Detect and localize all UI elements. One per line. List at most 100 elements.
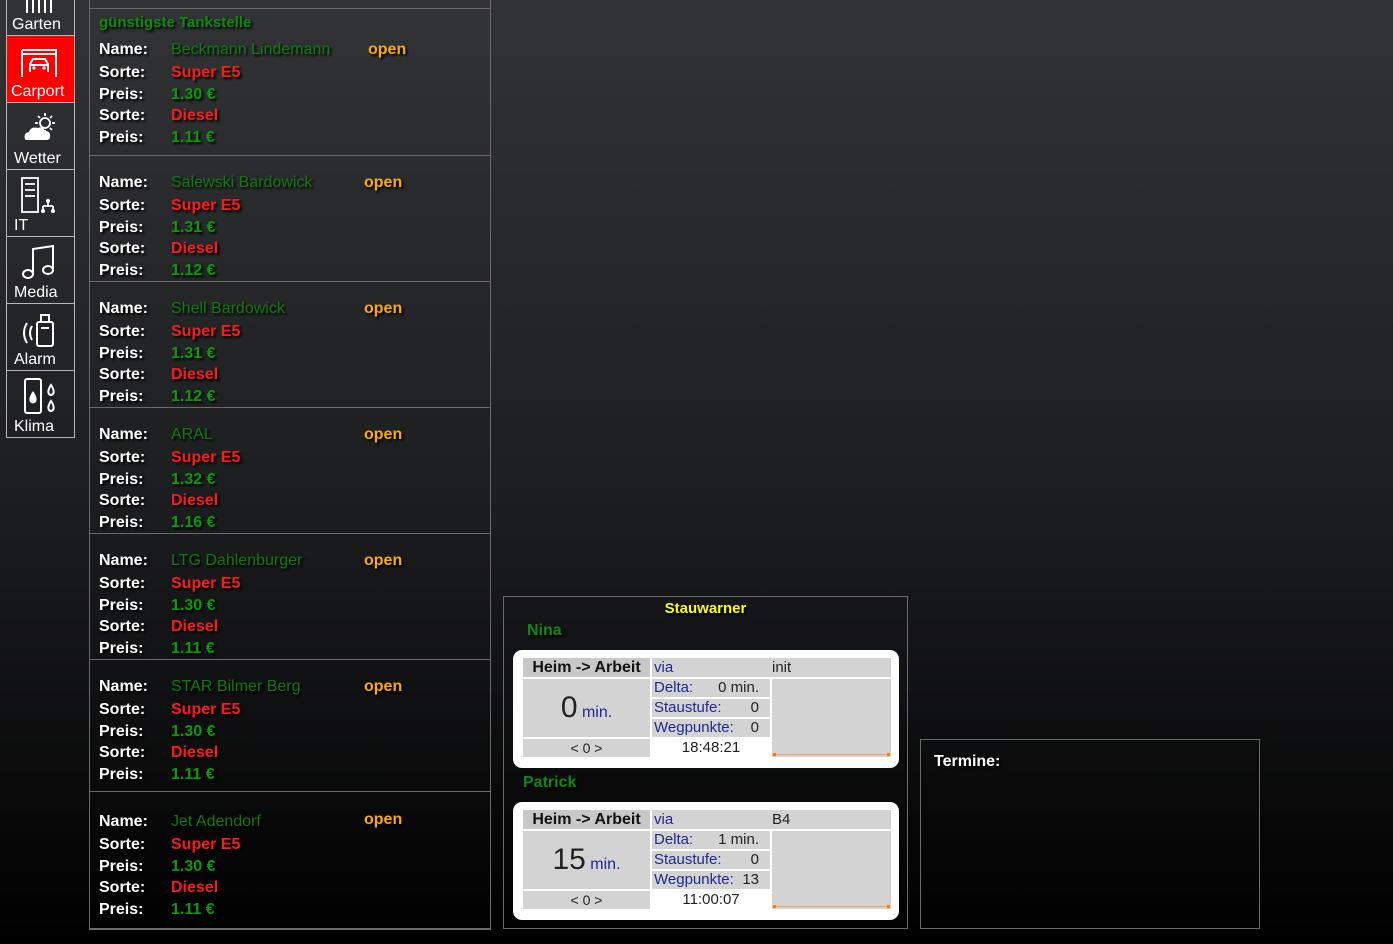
name-label: Name:	[99, 426, 148, 443]
delay-display: 0 min.	[523, 679, 650, 737]
station-preis-row: Preis: 1.30 €	[99, 723, 215, 741]
preis-label: Preis:	[99, 345, 144, 362]
station-fuel2: Diesel	[171, 618, 219, 635]
route-card: Heim -> Arbeit 0 min. < 0 > via init Delta: 0 …	[513, 650, 899, 768]
sorte-label: Sorte:	[99, 197, 146, 214]
update-time: 18:48:21	[652, 739, 770, 757]
garden-gate-icon	[26, 0, 52, 13]
station-name-row: Name: STAR Bilmer Berg	[99, 678, 301, 696]
delay-history-chart	[772, 679, 891, 757]
name-label: Name:	[99, 813, 148, 830]
preis-label: Preis:	[99, 471, 144, 488]
preis-label: Preis:	[99, 129, 144, 146]
station-fuel2: Diesel	[171, 107, 219, 124]
fuel-prices-panel: günstigste Tankstelle Name: Beckmann Lind…	[89, 0, 491, 930]
nav-item-garten[interactable]: Garten	[6, 0, 75, 36]
station-sorte-row: Sorte: Diesel	[99, 240, 218, 258]
station-block: Name: Shell Bardowick Sorte: Super E5 Preis:…	[90, 281, 490, 408]
station-name-row: Name: LTG Dahlenburger	[99, 552, 302, 570]
preis-label: Preis:	[99, 514, 144, 531]
name-label: Name:	[99, 300, 148, 317]
preis-label: Preis:	[99, 723, 144, 740]
station-sorte-row: Sorte: Diesel	[99, 618, 218, 636]
delta-label: Delta:	[654, 679, 694, 696]
station-name: LTG Dahlenburger	[171, 552, 303, 569]
station-open-status: open	[364, 174, 403, 191]
staustufe-row: Staustufe: 0	[652, 851, 770, 869]
chart-point	[887, 753, 890, 756]
station-name: Beckmann Lindemann	[171, 41, 331, 58]
station-fuel1: Super E5	[171, 64, 241, 81]
station-fuel1: Super E5	[171, 197, 241, 214]
station-preis-row: Preis: 1.30 €	[99, 86, 215, 104]
chart-point	[887, 905, 890, 908]
delta-row: Delta: 1 min.	[652, 831, 770, 849]
station-name-row: Name: Jet Adendorf	[99, 813, 261, 831]
preis-label: Preis:	[99, 262, 144, 279]
station-block: Name: STAR Bilmer Berg Sorte: Super E5 Preis…	[90, 659, 490, 792]
staustufe-row: Staustufe: 0	[652, 699, 770, 717]
nav-item-media[interactable]: Media	[6, 236, 75, 304]
station-sorte-row: Sorte: Super E5	[99, 197, 240, 215]
nav-item-klima[interactable]: Klima	[6, 370, 75, 438]
station-preis-row: Preis: 1.11 €	[99, 766, 215, 784]
route-pager[interactable]: < 0 >	[523, 891, 650, 909]
staustufe-label: Staustufe:	[654, 851, 722, 868]
station-preis-row: Preis: 1.11 €	[99, 640, 215, 658]
station-name: Salewski Bardowick	[171, 174, 313, 191]
thermometer-drops-icon	[24, 378, 55, 414]
nav-item-it[interactable]: IT	[6, 169, 75, 237]
sorte-label: Sorte:	[99, 366, 146, 383]
station-name-row: Name: Beckmann Lindemann	[99, 41, 330, 59]
station-preis-row: Preis: 1.16 €	[99, 514, 215, 532]
station-fuel2: Diesel	[171, 879, 219, 896]
nav-item-alarm[interactable]: Alarm	[6, 303, 75, 371]
station-sorte-row: Sorte: Super E5	[99, 64, 240, 82]
preis-label: Preis:	[99, 901, 144, 918]
sorte-label: Sorte:	[99, 879, 146, 896]
station-block: Name: LTG Dahlenburger Sorte: Super E5 Preis…	[90, 533, 490, 660]
route-pager[interactable]: < 0 >	[523, 739, 650, 757]
via-label: via	[654, 659, 674, 676]
staustufe-label: Staustufe:	[654, 699, 722, 716]
station-fuel2: Diesel	[171, 366, 219, 383]
person-name: Patrick	[523, 774, 577, 791]
station-preis-row: Preis: 1.12 €	[99, 388, 215, 406]
termine-label: Termine:	[934, 753, 1001, 770]
station-name: STAR Bilmer Berg	[171, 678, 301, 695]
station-open-status: open	[368, 41, 407, 58]
station-preis-row: Preis: 1.30 €	[99, 597, 215, 615]
preis-label: Preis:	[99, 219, 144, 236]
sorte-label: Sorte:	[99, 449, 146, 466]
station-price1: 1.31 €	[171, 345, 216, 362]
via-row: via B4	[652, 810, 891, 829]
nav-item-wetter[interactable]: Wetter	[6, 102, 75, 170]
route-card: Heim -> Arbeit 15 min. < 0 > via B4 Delta: 1 m…	[513, 802, 899, 920]
appointments-panel: Termine:	[920, 739, 1260, 929]
station-open-status: open	[364, 300, 403, 317]
name-label: Name:	[99, 678, 148, 695]
station-open-status: open	[364, 552, 403, 569]
route-label: Heim -> Arbeit	[523, 810, 650, 829]
sidebar-nav: Garten Carport Wetter IT Media Alarm Kli…	[6, 0, 75, 438]
via-value: init	[772, 659, 792, 676]
station-fuel1: Super E5	[171, 701, 241, 718]
station-price2: 1.16 €	[171, 514, 216, 531]
station-preis-row: Preis: 1.32 €	[99, 471, 215, 489]
carport-garage-icon	[21, 49, 57, 77]
station-block: Name: ARAL Sorte: Super E5 Preis: 1.32 € Sorte…	[90, 407, 490, 534]
traffic-warning-panel: Stauwarner Nina Heim -> Arbeit 0 min. < 0 >…	[503, 596, 908, 929]
nav-item-carport[interactable]: Carport	[6, 35, 75, 103]
panel-titlebar	[90, 0, 490, 9]
station-fuel2: Diesel	[171, 492, 219, 509]
station-name-row: Name: Salewski Bardowick	[99, 174, 312, 192]
delay-display: 15 min.	[523, 831, 650, 889]
delta-value: 1 min.	[718, 831, 759, 848]
delay-minutes: 15	[552, 843, 586, 876]
station-name: ARAL	[171, 426, 213, 443]
station-price2: 1.11 €	[171, 129, 215, 146]
preis-label: Preis:	[99, 766, 144, 783]
music-note-icon	[22, 244, 54, 279]
route-label: Heim -> Arbeit	[523, 658, 650, 677]
sorte-label: Sorte:	[99, 64, 146, 81]
